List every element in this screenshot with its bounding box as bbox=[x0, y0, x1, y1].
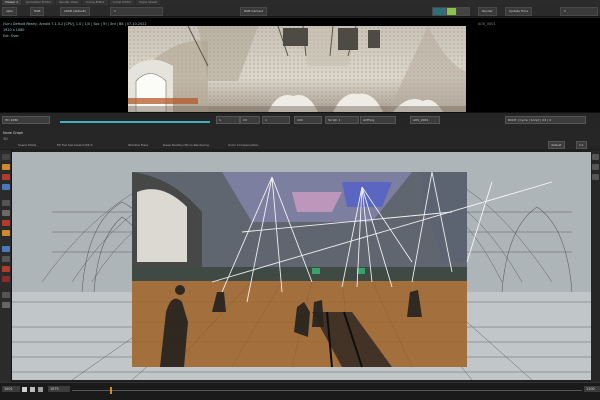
frame-field[interactable]: 1 bbox=[216, 116, 240, 124]
rendered-ceiling-image bbox=[128, 26, 466, 112]
viewer-status-right: AOV_0001 bbox=[478, 22, 496, 26]
playback-range-bar[interactable] bbox=[60, 121, 210, 123]
rotate-tool-icon[interactable] bbox=[2, 174, 10, 180]
select-tool-icon[interactable] bbox=[2, 154, 10, 160]
move-tool-icon[interactable] bbox=[2, 164, 10, 170]
fps-field[interactable]: 1 bbox=[560, 7, 598, 16]
lock-icon[interactable] bbox=[456, 7, 470, 16]
viewer-info-line2: 1920 x 1080 bbox=[3, 28, 25, 32]
range-end-field[interactable]: 100 bbox=[294, 116, 322, 124]
time-slider[interactable] bbox=[72, 390, 582, 391]
scale-tool-icon[interactable] bbox=[2, 184, 10, 190]
light-tool-icon[interactable] bbox=[2, 210, 10, 216]
fps-field[interactable]: 24 bbox=[240, 116, 260, 124]
view-mode-select[interactable]: default bbox=[548, 141, 565, 149]
play-icon[interactable] bbox=[22, 387, 27, 392]
gain-field[interactable]: 1 bbox=[110, 7, 163, 16]
scene-panel-header: Node Graph 3D Scene Mode Mr Full Set Ame… bbox=[0, 128, 600, 149]
colorspace-select[interactable]: sRGB (default) bbox=[60, 7, 90, 16]
lock-view-icon[interactable] bbox=[592, 164, 599, 170]
range-start-field[interactable]: 1 bbox=[262, 116, 290, 124]
script-label: Script: 1 bbox=[325, 116, 359, 124]
perspective-icon[interactable] bbox=[592, 174, 599, 180]
tab-full-set-amend[interactable]: Mr Full Set Amend Pitch bbox=[57, 143, 93, 148]
record-tool-icon[interactable] bbox=[2, 266, 10, 272]
viewer-toolbar: rgba RGB sRGB (default) 1 RGB Camera Ren… bbox=[0, 5, 600, 17]
scene-3d-viewport[interactable] bbox=[12, 152, 597, 380]
tab-color-compensation[interactable]: Color Compensation bbox=[228, 143, 258, 148]
viewer-status-bar: HD 1080 1 24 1 100 Script: 1 ACEScg AOV_… bbox=[0, 112, 600, 128]
playhead[interactable] bbox=[110, 387, 112, 394]
tab-deep-position[interactable]: Deep Position Mono Rendering bbox=[163, 143, 209, 148]
aov-select[interactable]: AOV_0001 bbox=[410, 116, 440, 124]
update-time-toggle[interactable]: Update Time bbox=[505, 7, 533, 16]
tab-scene-mode[interactable]: Scene Mode bbox=[18, 143, 36, 148]
panel-title: Node Graph bbox=[3, 131, 24, 135]
keyframe-tool-icon[interactable] bbox=[2, 276, 10, 282]
current-frame-field[interactable]: 1075 bbox=[48, 386, 70, 392]
tab-window-flare[interactable]: Window Flare bbox=[128, 143, 148, 148]
viewer-info-line1: (Scn) Default Rearly, Arnold 7.1.3.2 [CP… bbox=[3, 22, 147, 26]
channel-select[interactable]: RGB bbox=[30, 7, 45, 16]
geo-tool-icon[interactable] bbox=[2, 246, 10, 252]
timeline-right-label: ROOT | Cycle | Script | 24 | 4 bbox=[505, 116, 586, 124]
brush-tool-icon[interactable] bbox=[2, 230, 10, 236]
end-frame-field[interactable]: 1100 bbox=[584, 386, 600, 392]
mode-select[interactable]: Render bbox=[478, 7, 497, 16]
breadcrumb[interactable]: 3D bbox=[3, 137, 8, 141]
next-frame-icon[interactable] bbox=[38, 387, 43, 392]
start-frame-field[interactable]: 1001 bbox=[2, 386, 20, 392]
camera-select[interactable]: RGB Camera bbox=[240, 7, 268, 16]
transform-tool-icon[interactable] bbox=[2, 256, 10, 262]
right-tool-strip bbox=[591, 150, 600, 382]
tool-palette bbox=[0, 150, 12, 382]
viewer-info-line3: Ext: Over bbox=[3, 34, 19, 38]
stop-icon[interactable] bbox=[30, 387, 35, 392]
camera-tool-icon[interactable] bbox=[2, 200, 10, 206]
grid-tool-icon[interactable] bbox=[2, 302, 10, 308]
view-settings-icon[interactable] bbox=[592, 154, 599, 160]
layer-select[interactable]: rgba bbox=[2, 7, 17, 16]
playback-bar: 1001 1075 1100 bbox=[0, 382, 600, 400]
zoom-select[interactable]: 1:1 bbox=[576, 141, 587, 149]
paint-tool-icon[interactable] bbox=[2, 220, 10, 226]
format-select[interactable]: HD 1080 bbox=[2, 116, 50, 124]
timeline-colorspace-select[interactable]: ACEScg bbox=[360, 116, 396, 124]
snap-tool-icon[interactable] bbox=[2, 292, 10, 298]
